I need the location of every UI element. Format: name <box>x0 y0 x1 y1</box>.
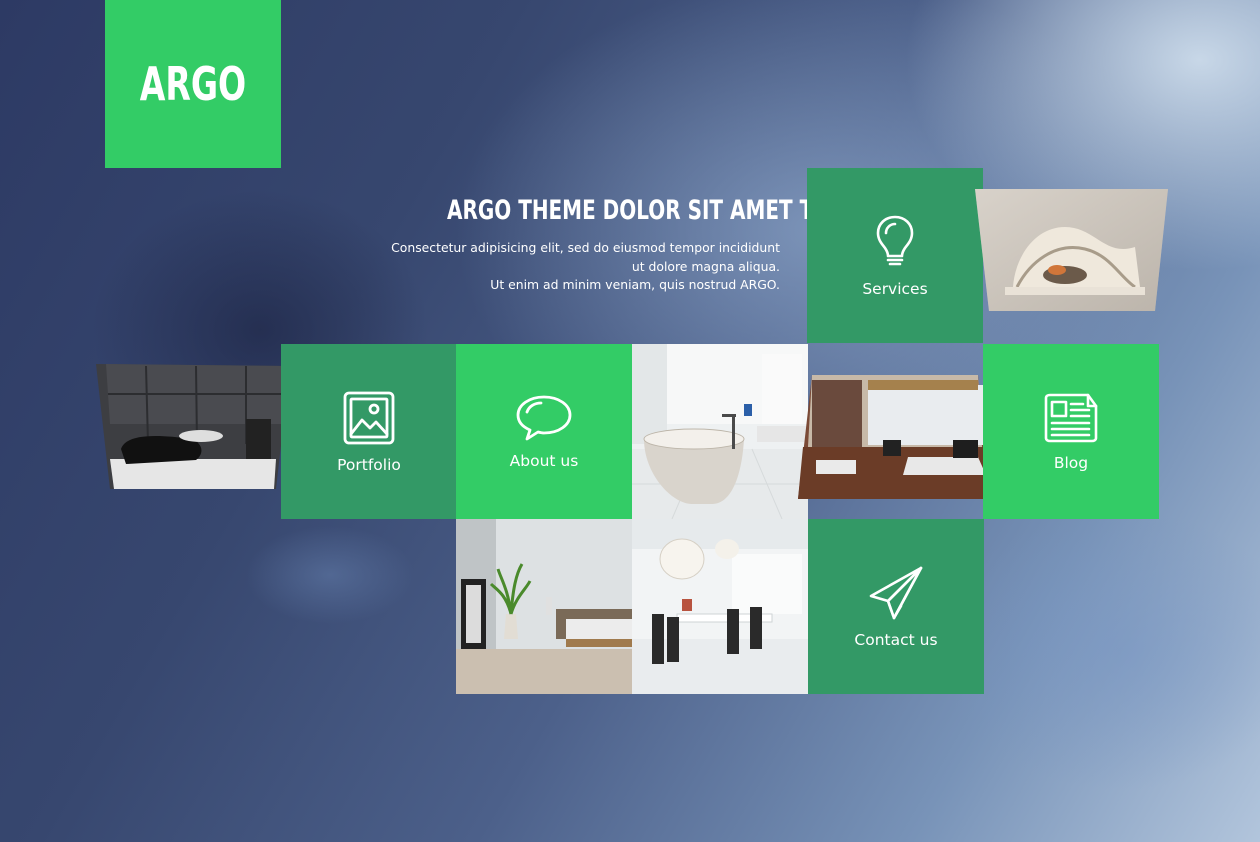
paper-plane-icon <box>869 566 923 619</box>
speech-bubble-icon <box>516 395 572 440</box>
hero-line-3: Ut enim ad minim veniam, quis nostrud AR… <box>490 277 780 292</box>
blog-tile[interactable]: Blog <box>983 344 1159 519</box>
portfolio-tile[interactable]: Portfolio <box>281 344 457 519</box>
contact-tile[interactable]: Contact us <box>808 519 984 694</box>
lightbulb-icon <box>876 215 914 265</box>
blog-label: Blog <box>1053 453 1089 472</box>
about-label: About us <box>509 451 579 470</box>
newspaper-icon <box>1044 393 1098 442</box>
services-label: Services <box>862 279 928 298</box>
about-tile[interactable]: About us <box>456 344 632 519</box>
contact-label: Contact us <box>854 630 938 649</box>
hero-block: ARGO THEME DOLOR SIT AMET TELASDE Consec… <box>330 193 900 295</box>
photo-living-room[interactable] <box>798 375 992 500</box>
photo-black-living[interactable] <box>96 364 290 490</box>
portfolio-label: Portfolio <box>337 455 401 474</box>
photo-dining[interactable] <box>632 519 808 694</box>
image-icon <box>343 391 395 444</box>
services-tile[interactable]: Services <box>807 168 983 343</box>
logo-text: ARGO <box>139 57 247 111</box>
logo-tile[interactable]: ARGO <box>105 0 281 168</box>
photo-sculpture[interactable] <box>975 187 1168 313</box>
photo-bathtub[interactable] <box>632 344 808 519</box>
hero-line-1: Consectetur adipisicing elit, sed do eiu… <box>391 240 780 255</box>
hero-subtext: Consectetur adipisicing elit, sed do eiu… <box>330 239 780 295</box>
hero-headline: ARGO THEME DOLOR SIT AMET TELASDE <box>447 195 900 226</box>
hero-line-2: ut dolore magna aliqua. <box>631 258 780 274</box>
photo-bedroom[interactable] <box>456 519 632 694</box>
